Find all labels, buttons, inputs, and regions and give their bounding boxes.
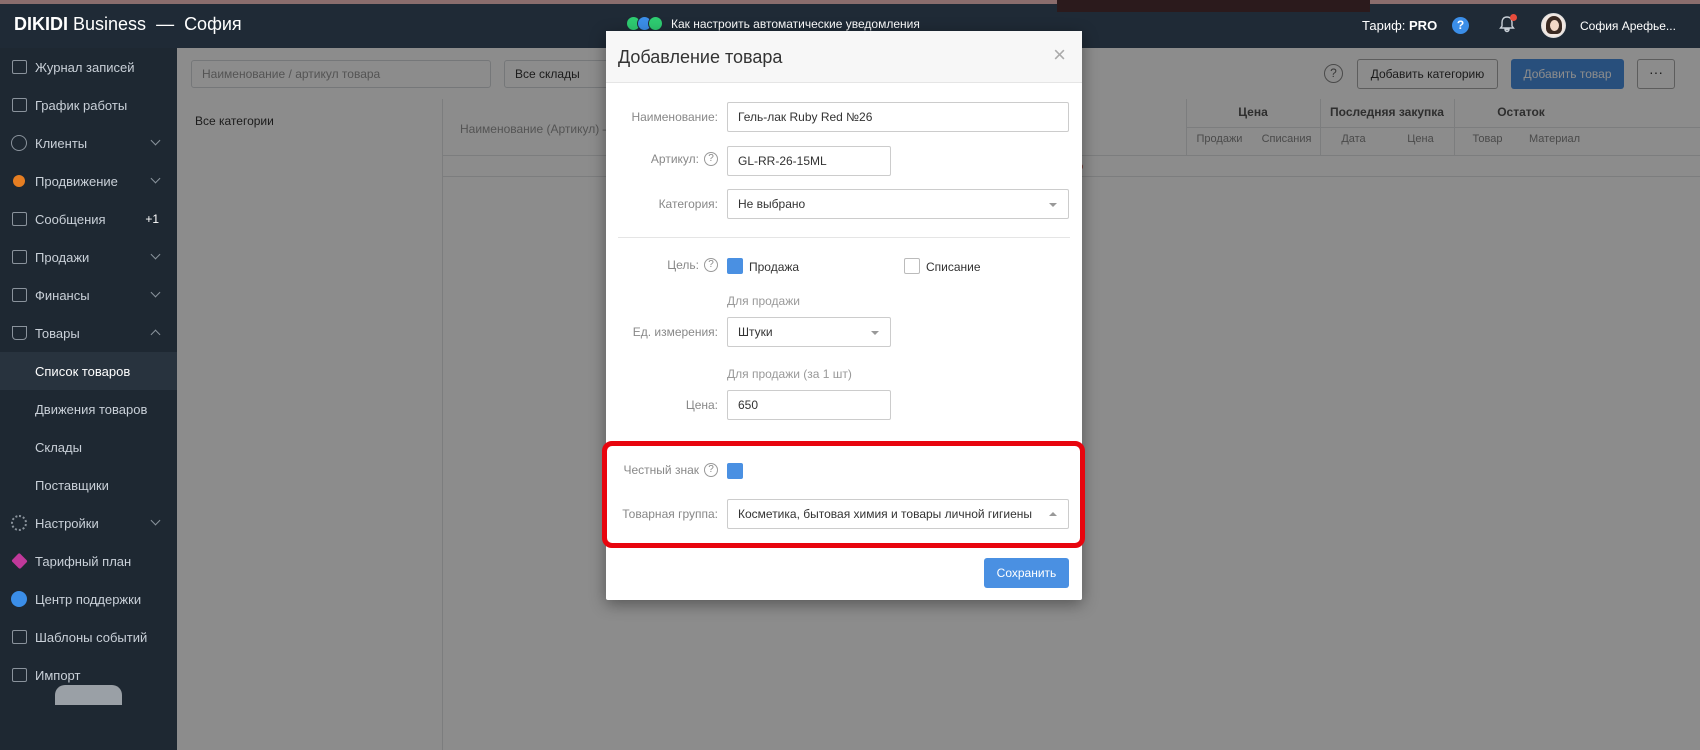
name-field[interactable]: Гель-лак Ruby Red №26 (727, 102, 1069, 132)
chat-icon (10, 210, 28, 228)
price-field[interactable]: 650 (727, 390, 891, 420)
sidebar-item-settings[interactable]: Настройки (0, 504, 177, 542)
layers-icon (10, 552, 28, 570)
messenger-icons (626, 16, 663, 31)
sidebar-item-event-templates[interactable]: Шаблоны событий (0, 618, 177, 656)
sidebar-item-warehouses[interactable]: Склады (0, 428, 177, 466)
sidebar-item-suppliers[interactable]: Поставщики (0, 466, 177, 504)
name-label: Наименование: (631, 110, 718, 124)
chevron-down-icon (150, 135, 161, 146)
chevron-up-icon (150, 329, 161, 340)
chevron-down-icon (150, 249, 161, 260)
sidebar: Журнал записей График работы Клиенты Про… (0, 48, 177, 750)
sidebar-item-products[interactable]: Товары (0, 314, 177, 352)
purpose-sale-checkbox[interactable] (727, 258, 743, 274)
book-icon (10, 58, 28, 76)
price-label: Цена: (685, 398, 718, 412)
template-icon (10, 628, 28, 646)
sidebar-item-finance[interactable]: Финансы (0, 276, 177, 314)
chevron-down-icon (150, 287, 161, 298)
close-icon[interactable]: × (1053, 44, 1066, 66)
sidebar-item-support[interactable]: Центр поддержки (0, 580, 177, 618)
tariff-indicator[interactable]: Тариф: PRO (1362, 18, 1437, 33)
gear-icon (10, 514, 28, 532)
sidebar-item-tariff-plan[interactable]: Тарифный план (0, 542, 177, 580)
purpose-help-icon[interactable]: ? (704, 258, 718, 272)
users-icon (10, 134, 28, 152)
category-select[interactable]: Не выбрано (727, 189, 1069, 219)
messages-badge: +1 (145, 212, 159, 226)
calendar-icon (10, 96, 28, 114)
chevron-down-icon (150, 515, 161, 526)
help-circle-icon (10, 590, 28, 608)
user-avatar[interactable] (1541, 13, 1566, 38)
chevron-down-icon (150, 173, 161, 184)
sidebar-item-product-movements[interactable]: Движения товаров (0, 390, 177, 428)
sidebar-item-messages[interactable]: Сообщения +1 (0, 200, 177, 238)
receipt-icon (10, 248, 28, 266)
article-help-icon[interactable]: ? (704, 152, 718, 166)
salon-name: София (184, 14, 242, 34)
purpose-label: Цель: ? (667, 258, 718, 272)
help-icon[interactable]: ? (1452, 17, 1469, 34)
finance-icon (10, 286, 28, 304)
purpose-writeoff-checkbox[interactable] (904, 258, 920, 274)
sidebar-item-clients[interactable]: Клиенты (0, 124, 177, 162)
unit-select[interactable]: Штуки (727, 317, 891, 347)
purpose-sale-label[interactable]: Продажа (749, 260, 799, 274)
unit-hint: Для продажи (727, 294, 800, 308)
sidebar-item-sales[interactable]: Продажи (0, 238, 177, 276)
top-accent-block (1057, 0, 1370, 12)
unit-label: Ед. измерения: (632, 325, 718, 339)
sidebar-item-journal[interactable]: Журнал записей (0, 48, 177, 86)
purpose-writeoff-label[interactable]: Списание (926, 260, 981, 274)
sidebar-item-schedule[interactable]: График работы (0, 86, 177, 124)
viber-icon (648, 16, 663, 31)
article-label: Артикул: ? (651, 152, 718, 166)
import-icon (10, 666, 28, 684)
sidebar-collapse-handle[interactable] (55, 685, 122, 705)
top-accent-line (0, 0, 1700, 4)
bell-icon[interactable] (1497, 14, 1517, 34)
sidebar-item-promotion[interactable]: Продвижение (0, 162, 177, 200)
brand-logo[interactable]: DIKIDI Business — София (14, 14, 242, 35)
price-hint: Для продажи (за 1 шт) (727, 367, 852, 381)
rocket-icon (10, 172, 28, 190)
cart-icon (10, 324, 28, 342)
category-label: Категория: (658, 197, 718, 211)
highlight-annotation (602, 441, 1085, 548)
article-field[interactable]: GL-RR-26-15ML (727, 146, 891, 176)
notification-dot (1510, 14, 1517, 21)
modal-header: Добавление товара × (606, 31, 1082, 83)
notification-banner[interactable]: Как настроить автоматические уведомления (626, 16, 920, 31)
modal-title: Добавление товара (618, 47, 783, 67)
sidebar-item-product-list[interactable]: Список товаров (0, 352, 177, 390)
save-button[interactable]: Сохранить (984, 558, 1069, 588)
modal-divider (618, 237, 1070, 238)
user-name[interactable]: София Арефье... (1580, 19, 1676, 33)
